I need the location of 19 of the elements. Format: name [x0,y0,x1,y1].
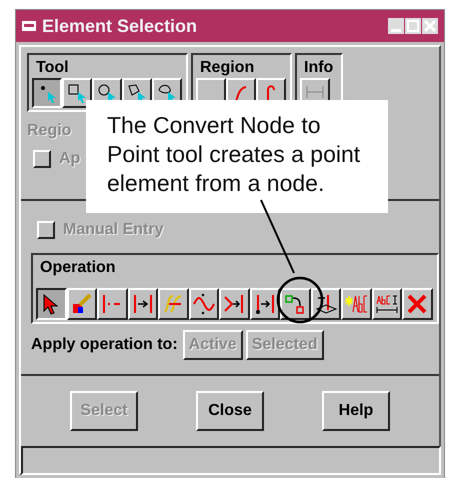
window-title: Element Selection [42,16,198,36]
callout-text: The Convert Node to [107,111,321,140]
group-label: Info [303,58,334,78]
dialog-button[interactable]: Close [196,391,264,431]
highlight-circle [276,276,324,324]
callout-text: element from a node. [107,169,324,198]
tool-button[interactable] [32,78,62,108]
dialog-button[interactable]: Help [322,391,390,431]
group-label: Region [199,58,256,78]
group-label: Tool [35,58,70,78]
window-menu-icon[interactable] [22,21,36,31]
selection-tool-icon [66,82,88,104]
operation-icon [314,292,338,316]
apply-label: Apply operation to: [31,336,178,354]
callout-text: Point tool creates a point [107,140,360,169]
operation-icon [405,292,430,316]
group-label: Operation [39,258,117,278]
operation-button[interactable] [36,288,66,320]
operation-icon [192,292,216,316]
